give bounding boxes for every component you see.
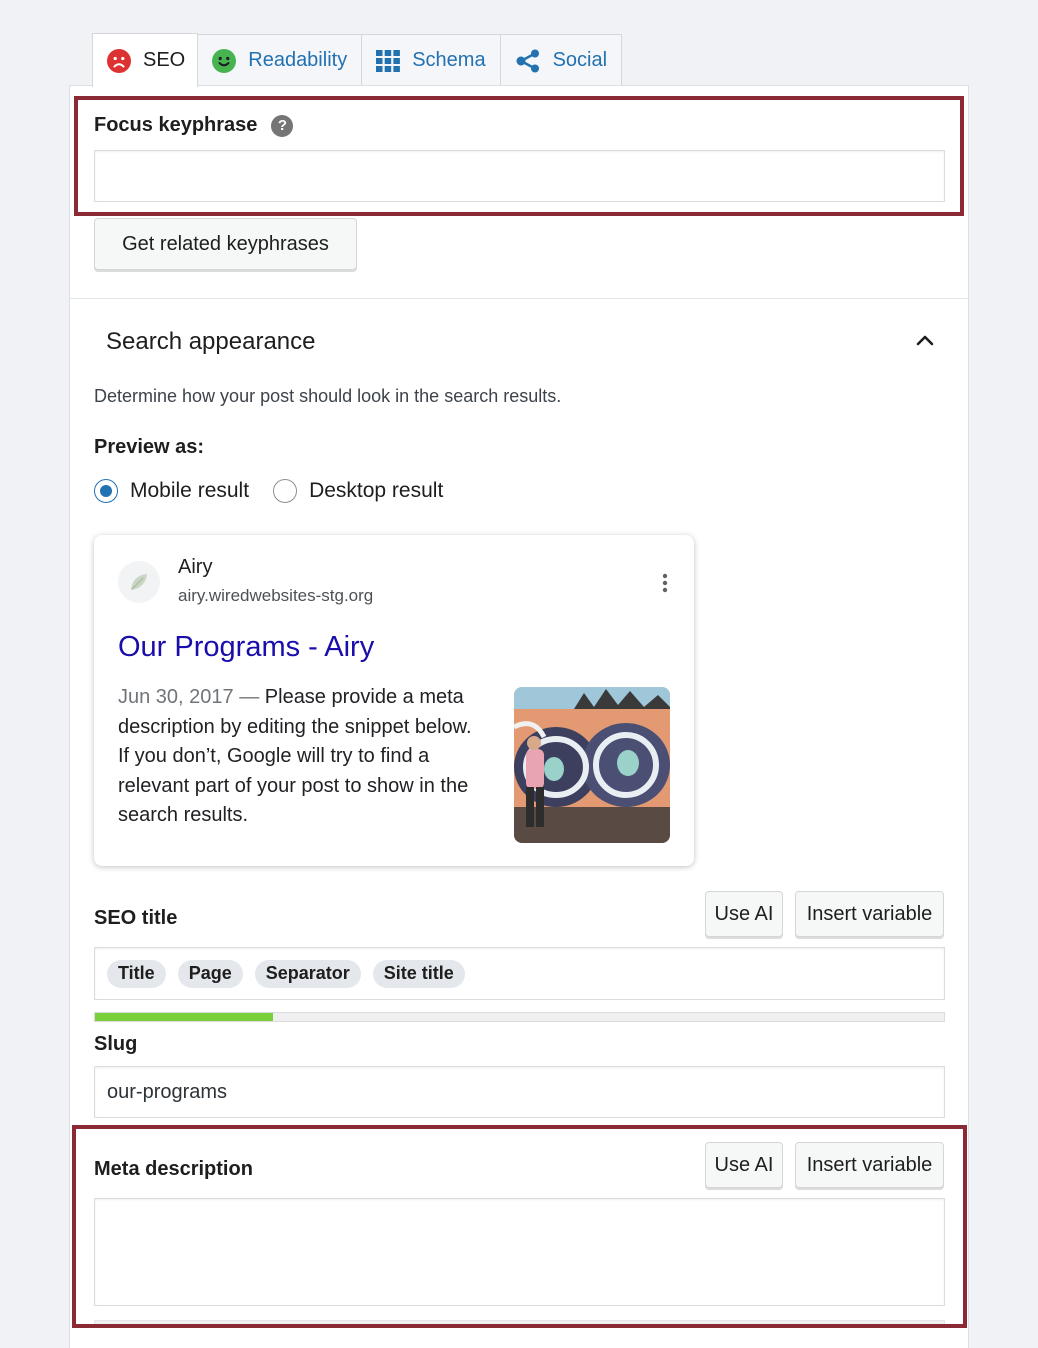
serp-url: airy.wiredwebsites-stg.org	[178, 586, 374, 605]
desktop-result-label: Desktop result	[309, 479, 444, 502]
serp-date: Jun 30, 2017	[118, 686, 234, 708]
serp-preview-card: Airy airy.wiredwebsites-stg.org Our Prog…	[94, 535, 694, 866]
seo-title-label: SEO title	[94, 907, 178, 929]
get-related-keyphrases-button[interactable]: Get related keyphrases	[94, 218, 357, 270]
sad-face-icon	[107, 48, 131, 73]
preview-as-label: Preview as:	[94, 436, 205, 458]
serp-date-dash: —	[239, 686, 260, 708]
tab-readability-label: Readability	[248, 49, 348, 71]
desktop-result-option[interactable]: Desktop result	[273, 479, 443, 503]
more-options-icon[interactable]	[662, 573, 668, 598]
tab-seo[interactable]: SEO	[92, 33, 199, 87]
tab-schema[interactable]: Schema	[361, 34, 501, 86]
focus-keyphrase-row: Focus keyphrase ?	[94, 114, 294, 137]
serp-thumbnail	[514, 687, 670, 843]
serp-site-name: Airy	[178, 556, 213, 578]
preview-options: Mobile result Desktop result	[94, 479, 443, 503]
meta-description-input[interactable]	[94, 1198, 945, 1306]
tab-bar: SEO Readability Schema Social	[92, 33, 623, 87]
search-appearance-description: Determine how your post should look in t…	[94, 386, 562, 406]
leaf-icon	[131, 574, 147, 590]
tab-social[interactable]: Social	[499, 34, 623, 86]
search-appearance-heading[interactable]: Search appearance	[106, 328, 315, 356]
meta-description-progress-bar	[94, 1320, 945, 1328]
meta-insert-variable-button[interactable]: Insert variable	[795, 1142, 944, 1188]
serp-snippet-line: search results.	[118, 804, 249, 826]
chevron-up-icon[interactable]	[916, 333, 934, 352]
mobile-result-radio[interactable]	[94, 479, 118, 503]
seo-title-progress-fill	[95, 1013, 274, 1021]
seo-title-progress-bar	[94, 1012, 945, 1022]
grid-icon	[376, 49, 401, 72]
mobile-result-label: Mobile result	[130, 479, 250, 502]
serp-title[interactable]: Our Programs - Airy	[118, 631, 374, 664]
seo-panel: Focus keyphrase ? Get related keyphrases…	[69, 85, 969, 1348]
variable-chip-site-title[interactable]: Site title	[372, 959, 465, 988]
tab-seo-label: SEO	[143, 49, 186, 71]
smile-face-icon	[212, 48, 237, 73]
section-divider	[70, 298, 968, 299]
seo-title-use-ai-button[interactable]: Use AI	[705, 891, 783, 937]
focus-keyphrase-label: Focus keyphrase	[94, 114, 258, 136]
tab-readability[interactable]: Readability	[197, 34, 363, 86]
help-icon[interactable]: ?	[271, 114, 294, 137]
serp-snippet-line: If you don’t, Google will try to find a	[118, 745, 430, 767]
serp-snippet: Jun 30, 2017 — Please provide a meta des…	[118, 683, 498, 831]
tab-social-label: Social	[552, 49, 608, 71]
mobile-result-option[interactable]: Mobile result	[94, 479, 249, 503]
focus-keyphrase-input[interactable]	[94, 150, 945, 202]
variable-chip-title[interactable]: Title	[107, 959, 166, 988]
seo-title-insert-variable-button[interactable]: Insert variable	[795, 891, 944, 937]
slug-label: Slug	[94, 1033, 138, 1055]
desktop-result-radio[interactable]	[273, 479, 298, 503]
seo-title-input[interactable]: Title Page Separator Site title	[94, 947, 945, 1000]
serp-snippet-line: Please provide a meta	[264, 686, 464, 708]
site-favicon	[118, 561, 160, 603]
variable-chip-page[interactable]: Page	[177, 959, 243, 988]
share-icon	[515, 49, 541, 73]
meta-use-ai-button[interactable]: Use AI	[705, 1142, 783, 1188]
serp-snippet-line: description by editing the snippet below…	[118, 715, 472, 738]
meta-description-label: Meta description	[94, 1158, 253, 1180]
slug-input[interactable]: our-programs	[94, 1066, 945, 1118]
tab-schema-label: Schema	[412, 49, 486, 71]
variable-chip-separator[interactable]: Separator	[254, 959, 361, 988]
serp-snippet-line: relevant part of your post to show in th…	[118, 774, 469, 797]
